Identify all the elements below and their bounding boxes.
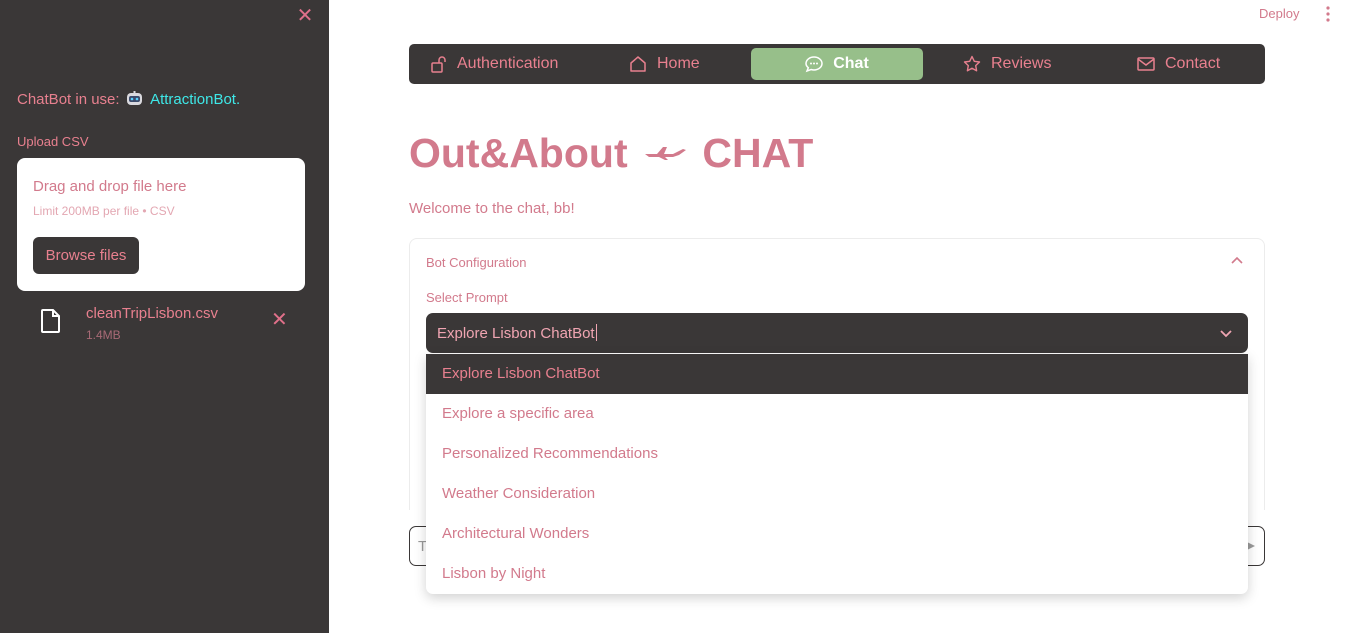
- unlock-icon: [431, 56, 446, 73]
- file-size: 1.4MB: [86, 328, 121, 342]
- robot-icon: [126, 91, 142, 105]
- chevron-up-icon[interactable]: [1230, 254, 1244, 268]
- expander-title[interactable]: Bot Configuration: [426, 255, 526, 270]
- welcome-message: Welcome to the chat, bb!: [409, 200, 575, 217]
- file-name: cleanTripLisbon.csv: [86, 305, 219, 322]
- prompt-options-list: Explore Lisbon ChatBot Explore a specifi…: [426, 354, 1248, 594]
- airplane-icon: [645, 147, 686, 160]
- prompt-option[interactable]: Weather Consideration: [426, 474, 1248, 514]
- nav-item-reviews[interactable]: Reviews: [963, 48, 1051, 80]
- chatbot-prefix: ChatBot in use:: [17, 91, 120, 108]
- upload-csv-label: Upload CSV: [17, 134, 89, 149]
- chat-bubble-icon: [805, 56, 823, 73]
- browse-files-button[interactable]: Browse files: [33, 237, 139, 274]
- sidebar: ✕ ChatBot in use: AttractionBot. Upload …: [0, 0, 329, 633]
- nav-label-reviews: Reviews: [991, 55, 1052, 72]
- nav-label-home: Home: [657, 55, 700, 72]
- page-title: Out&About CHAT: [409, 130, 813, 177]
- dropzone-title: Drag and drop file here: [33, 178, 187, 195]
- nav-bar: Authentication Home Chat Reviews Contact: [409, 44, 1265, 84]
- select-prompt-dropdown[interactable]: Explore Lisbon ChatBot: [426, 313, 1248, 353]
- nav-item-authentication[interactable]: Authentication: [431, 48, 558, 80]
- home-icon: [630, 56, 646, 72]
- nav-label-authentication: Authentication: [457, 55, 559, 72]
- file-dropzone[interactable]: Drag and drop file here Limit 200MB per …: [17, 158, 305, 291]
- prompt-option[interactable]: Lisbon by Night: [426, 554, 1248, 594]
- prompt-option[interactable]: Explore Lisbon ChatBot: [426, 354, 1248, 394]
- page-title-left: Out&About: [409, 130, 628, 176]
- selected-prompt-value: Explore Lisbon ChatBot: [437, 325, 595, 342]
- select-prompt-label: Select Prompt: [426, 290, 508, 305]
- chatbot-in-use: ChatBot in use: AttractionBot.: [17, 91, 240, 108]
- envelope-icon: [1137, 57, 1155, 71]
- deploy-button[interactable]: Deploy: [1259, 6, 1299, 21]
- nav-item-contact[interactable]: Contact: [1137, 48, 1220, 80]
- page-title-right: CHAT: [702, 130, 814, 176]
- chatbot-name: AttractionBot.: [150, 91, 241, 108]
- remove-file-icon[interactable]: ✕: [271, 310, 288, 330]
- nav-item-chat[interactable]: Chat: [751, 48, 923, 80]
- nav-item-home[interactable]: Home: [629, 48, 700, 80]
- chevron-down-icon[interactable]: [1219, 326, 1233, 340]
- more-menu-icon[interactable]: [1320, 5, 1336, 23]
- nav-label-contact: Contact: [1165, 55, 1221, 72]
- prompt-option[interactable]: Personalized Recommendations: [426, 434, 1248, 474]
- close-sidebar-icon[interactable]: ✕: [296, 6, 314, 26]
- file-icon: [41, 309, 60, 333]
- nav-label-chat: Chat: [833, 55, 869, 72]
- uploaded-file: cleanTripLisbon.csv 1.4MB ✕: [17, 302, 305, 346]
- dropzone-limit: Limit 200MB per file • CSV: [33, 204, 175, 218]
- prompt-option[interactable]: Architectural Wonders: [426, 514, 1248, 554]
- star-icon: [963, 55, 981, 72]
- prompt-option[interactable]: Explore a specific area: [426, 394, 1248, 434]
